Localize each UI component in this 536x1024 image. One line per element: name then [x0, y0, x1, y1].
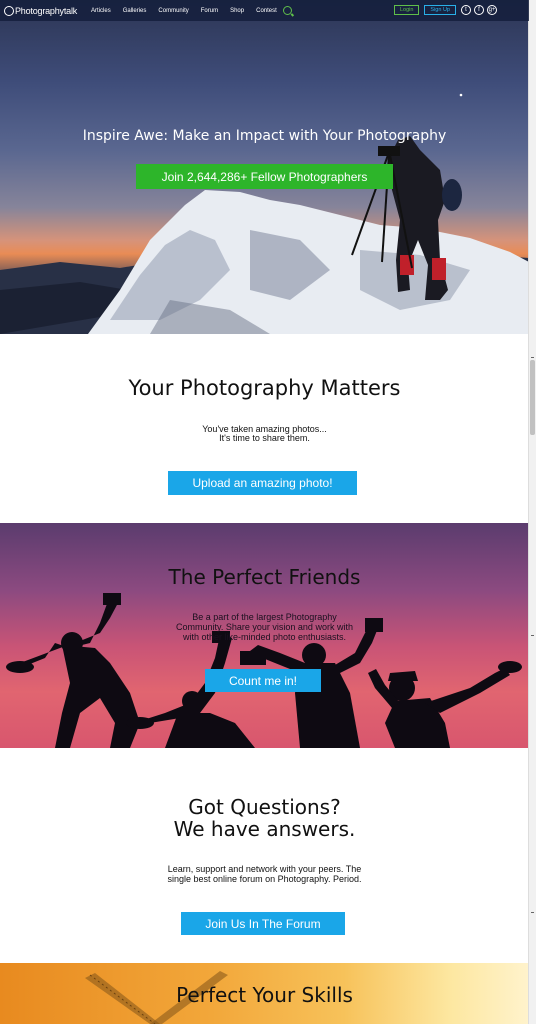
scroll-mark — [531, 357, 534, 358]
section-text-line: with other like-minded photo enthusiasts… — [182, 632, 347, 642]
questions-section: Got Questions? We have answers. Learn, s… — [0, 748, 529, 963]
top-navigation-bar: Photographytalk Articles Galleries Commu… — [0, 0, 529, 21]
page-scrollbar[interactable] — [528, 0, 536, 1024]
twitter-icon[interactable]: t — [461, 5, 471, 15]
scroll-mark — [531, 635, 534, 636]
logo-text: Photographytalk — [15, 5, 78, 16]
scrollbar-thumb[interactable] — [530, 360, 535, 435]
join-photographers-button[interactable]: Join 2,644,286+ Fellow Photographers — [136, 164, 393, 189]
nav-link-contest[interactable]: Contest — [256, 8, 277, 14]
facebook-icon[interactable]: f — [474, 5, 484, 15]
section-title-line: Got Questions? — [188, 795, 341, 819]
section-text-line: Community. Share your vision and work wi… — [176, 622, 353, 632]
nav-link-articles[interactable]: Articles — [91, 8, 111, 14]
nav-account-area: Login Sign Up t f g+ — [393, 5, 500, 15]
hero-section: Inspire Awe: Make an Impact with Your Ph… — [0, 0, 529, 334]
google-plus-icon[interactable]: g+ — [487, 5, 497, 15]
section-text-line: Learn, support and network with your pee… — [167, 864, 362, 874]
page: Inspire Awe: Make an Impact with Your Ph… — [0, 0, 529, 1024]
nav-link-forum[interactable]: Forum — [201, 8, 218, 14]
scroll-mark — [531, 912, 534, 913]
section-text-line: Be a part of the largest Photography — [192, 612, 337, 622]
count-me-in-button[interactable]: Count me in! — [205, 669, 321, 692]
join-forum-button[interactable]: Join Us In The Forum — [181, 912, 345, 935]
logo-mark-icon — [4, 5, 14, 16]
section-title-line: We have answers. — [173, 817, 356, 841]
photographytalk-logo[interactable]: Photographytalk — [4, 5, 78, 16]
perfect-friends-section: The Perfect Friends Be a part of the lar… — [0, 523, 529, 748]
upload-photo-button[interactable]: Upload an amazing photo! — [168, 471, 357, 495]
section-text-line: single best online forum on Photography.… — [167, 874, 362, 884]
nav-links: Articles Galleries Community Forum Shop … — [91, 8, 289, 14]
nav-link-community[interactable]: Community — [158, 8, 188, 14]
search-icon[interactable] — [282, 6, 292, 15]
login-button[interactable]: Login — [393, 5, 420, 15]
photography-matters-section: Your Photography Matters You've taken am… — [0, 334, 529, 523]
section-title: Perfect Your Skills — [176, 983, 353, 1007]
section-title: The Perfect Friends — [168, 565, 361, 589]
section-title: Your Photography Matters — [128, 376, 401, 400]
nav-link-shop[interactable]: Shop — [230, 8, 244, 14]
perfect-skills-section: Perfect Your Skills — [0, 963, 529, 1024]
section-text-line: It's time to share them. — [219, 433, 310, 443]
hero-headline: Inspire Awe: Make an Impact with Your Ph… — [82, 128, 447, 144]
nav-link-galleries[interactable]: Galleries — [123, 8, 147, 14]
signup-button[interactable]: Sign Up — [424, 5, 456, 15]
